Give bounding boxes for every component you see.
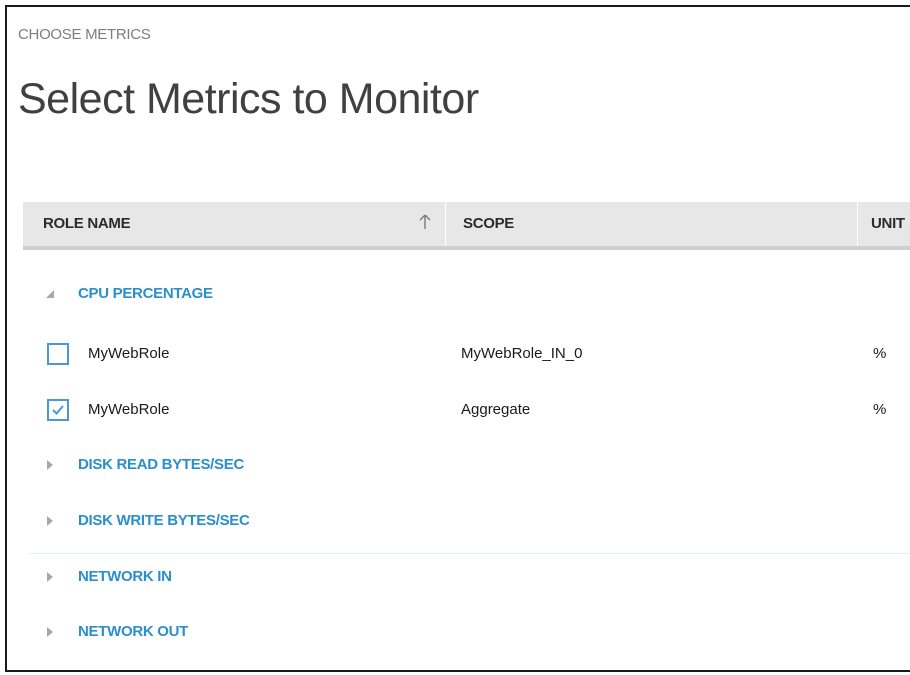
column-header-role-name[interactable]: ROLE NAME xyxy=(43,202,443,246)
scope-cell: Aggregate xyxy=(461,401,531,418)
expand-triangle-icon[interactable] xyxy=(45,621,57,643)
checkmark-icon xyxy=(52,405,64,415)
arrow-up-icon xyxy=(419,214,431,229)
collapse-triangle-icon[interactable] xyxy=(45,283,57,305)
sort-ascending-icon[interactable] xyxy=(416,214,434,234)
role-name-cell: MyWebRole xyxy=(88,401,170,418)
column-divider[interactable] xyxy=(445,202,446,246)
page-title: Select Metrics to Monitor xyxy=(18,75,479,123)
choose-metrics-dialog: CHOOSE METRICS Select Metrics to Monitor… xyxy=(5,5,910,672)
expand-triangle-icon[interactable] xyxy=(45,510,57,532)
unit-cell: % xyxy=(873,345,887,362)
row-checkbox-checked[interactable] xyxy=(47,399,69,421)
expand-triangle-icon[interactable] xyxy=(45,454,57,476)
group-label[interactable]: NETWORK OUT xyxy=(78,621,188,643)
column-divider[interactable] xyxy=(857,202,858,246)
group-label[interactable]: DISK WRITE BYTES/SEC xyxy=(78,510,250,532)
table-header: ROLE NAME SCOPE UNIT xyxy=(23,202,910,250)
group-label[interactable]: DISK READ BYTES/SEC xyxy=(78,454,244,476)
row-checkbox[interactable] xyxy=(47,343,69,365)
table-row: MyWebRole Aggregate % xyxy=(23,394,910,434)
expand-triangle-icon[interactable] xyxy=(45,566,57,588)
column-header-scope[interactable]: SCOPE xyxy=(463,202,514,246)
table-row: MyWebRole MyWebRole_IN_0 % xyxy=(23,338,910,378)
group-label[interactable]: CPU PERCENTAGE xyxy=(78,283,213,305)
scope-cell: MyWebRole_IN_0 xyxy=(461,345,583,362)
column-header-unit[interactable]: UNIT xyxy=(871,202,905,246)
row-divider xyxy=(29,553,910,554)
role-name-cell: MyWebRole xyxy=(88,345,170,362)
unit-cell: % xyxy=(873,401,887,418)
section-label: CHOOSE METRICS xyxy=(18,26,151,43)
group-label[interactable]: NETWORK IN xyxy=(78,566,172,588)
